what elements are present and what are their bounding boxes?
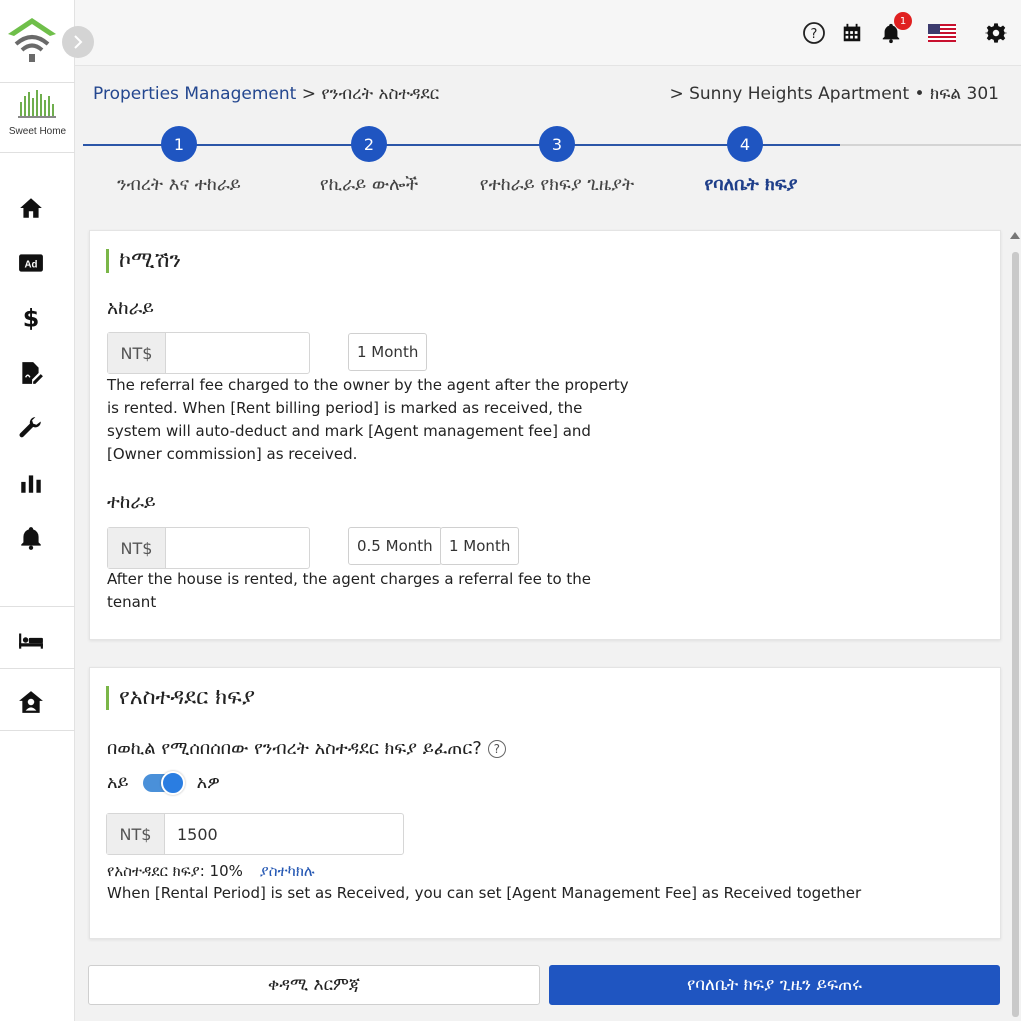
- previous-step-button[interactable]: ቀዳሚ እርምጃ: [88, 965, 540, 1005]
- bell-icon[interactable]: [17, 524, 45, 552]
- commission-card: ኮሚሽን አከራይ NT$ 1 Month The referral fee c…: [89, 230, 1001, 640]
- sidebar-divider: [0, 730, 75, 731]
- tenant-half-month-chip[interactable]: 0.5 Month: [348, 527, 442, 565]
- sidebar-divider: [0, 152, 75, 153]
- sidebar-divider: [0, 606, 75, 607]
- management-fee-card: የአስተዳደር ክፍያ በወኪል የሚሰበሰበው የንብረት አስተዳደር ክፍ…: [89, 667, 1001, 939]
- toggle-no-label: አይ: [107, 772, 129, 793]
- generate-owner-payment-button[interactable]: የባለቤት ክፍያ ጊዜን ይፍጠሩ: [549, 965, 1000, 1005]
- step-2-circle[interactable]: 2: [351, 126, 387, 162]
- breadcrumb-separator: >: [301, 84, 316, 104]
- management-fee-rate-line: የአስተዳደር ክፍያ: 10% ያስተካክሉ: [107, 862, 315, 880]
- question-help-icon[interactable]: ?: [487, 739, 506, 758]
- management-fee-note: When [Rental Period] is set as Received,…: [107, 884, 862, 902]
- us-flag-language-icon[interactable]: [928, 20, 956, 46]
- notification-bell-icon[interactable]: 1: [878, 12, 912, 46]
- desc-line: After the house is rented, the agent cha…: [107, 570, 592, 588]
- gear-icon[interactable]: [983, 20, 1009, 46]
- wrench-icon[interactable]: [17, 414, 45, 442]
- breadcrumb: Properties Management > የንብረት አስተዳደር: [93, 84, 439, 104]
- help-icon[interactable]: ?: [801, 20, 827, 46]
- sweet-home-logo: Sweet Home: [0, 88, 75, 144]
- tenant-label: ተከራይ: [107, 491, 156, 513]
- tenant-description: After the house is rented, the agent cha…: [107, 568, 591, 614]
- main-content: Properties Management > የንብረት አስተዳደር > S…: [75, 66, 1021, 1021]
- step-1-circle[interactable]: 1: [161, 126, 197, 162]
- home-icon[interactable]: [17, 194, 45, 222]
- management-fee-title: የአስተዳደር ክፍያ: [106, 686, 255, 710]
- ad-icon[interactable]: Ad: [17, 249, 45, 277]
- landlord-label: አከራይ: [107, 297, 154, 319]
- breadcrumb-properties-link[interactable]: Properties Management: [93, 84, 296, 104]
- calendar-icon[interactable]: [839, 20, 865, 46]
- wifi-home-logo-icon[interactable]: [6, 14, 58, 66]
- step-2-label[interactable]: የኪራይ ውሎች: [320, 174, 418, 195]
- toggle-yes-label: አዎ: [196, 772, 220, 793]
- svg-text:$: $: [23, 305, 40, 331]
- management-fee-question-text: በወኪል የሚሰበሰበው የንብረት አስተዳደር ክፍያ ይፈጠር?: [107, 738, 482, 759]
- adjust-fee-link[interactable]: ያስተካክሉ: [260, 862, 315, 880]
- house-user-icon[interactable]: [17, 688, 45, 716]
- stepper-remaining-line: [840, 144, 1021, 146]
- landlord-description: The referral fee charged to the owner by…: [107, 374, 629, 466]
- step-4-label-active[interactable]: የባለቤት ክፍያ: [705, 174, 798, 195]
- currency-prefix: NT$: [107, 814, 165, 854]
- app-logo-text: Sweet Home: [8, 126, 67, 137]
- chevron-right-icon: [74, 35, 83, 49]
- sidebar-expand-button[interactable]: [62, 26, 94, 58]
- landlord-commission-input-group: NT$: [107, 332, 310, 374]
- step-1-label[interactable]: ንብረት እና ተከራይ: [117, 174, 241, 195]
- bed-icon[interactable]: [17, 626, 45, 654]
- desc-line: system will auto-deduct and mark [Agent …: [107, 422, 591, 440]
- tenant-commission-input-group: NT$: [107, 527, 310, 569]
- step-3-label[interactable]: የተከራይ የክፍያ ጊዜያት: [480, 174, 634, 195]
- desc-line: tenant: [107, 593, 157, 611]
- svg-text:Ad: Ad: [25, 259, 38, 270]
- step-3-circle[interactable]: 3: [539, 126, 575, 162]
- desc-line: is rented. When [Rent billing period] is…: [107, 399, 583, 417]
- management-fee-question: በወኪል የሚሰበሰበው የንብረት አስተዳደር ክፍያ ይፈጠር? ?: [107, 738, 506, 759]
- sidebar: Sweet Home Ad $: [0, 0, 75, 1021]
- landlord-commission-input[interactable]: [166, 333, 309, 373]
- topbar: ? 1: [75, 0, 1021, 66]
- desc-line: [Owner commission] as received.: [107, 445, 358, 463]
- scrollbar-thumb[interactable]: [1012, 252, 1019, 1017]
- dollar-icon[interactable]: $: [17, 304, 45, 332]
- commission-title: ኮሚሽን: [106, 249, 181, 273]
- sidebar-divider: [0, 668, 75, 669]
- management-fee-rate: የአስተዳደር ክፍያ: 10%: [107, 862, 243, 880]
- svg-text:?: ?: [811, 27, 818, 42]
- toggle-knob: [160, 770, 185, 795]
- tenant-1-month-chip[interactable]: 1 Month: [440, 527, 520, 565]
- tenant-commission-input[interactable]: [166, 528, 309, 568]
- step-4-circle[interactable]: 4: [727, 126, 763, 162]
- bar-chart-icon[interactable]: [17, 469, 45, 497]
- landlord-1-month-chip[interactable]: 1 Month: [348, 333, 428, 371]
- sidebar-divider: [0, 82, 75, 83]
- scroll-up-arrow-icon[interactable]: [1010, 232, 1020, 239]
- desc-line: The referral fee charged to the owner by…: [107, 376, 629, 394]
- breadcrumb-current: የንብረት አስተዳደር: [321, 84, 440, 104]
- notification-badge: 1: [894, 12, 912, 30]
- currency-prefix: NT$: [108, 333, 166, 373]
- management-fee-input-group: NT$: [106, 813, 404, 855]
- currency-prefix: NT$: [108, 528, 166, 568]
- management-fee-toggle-row: አይ አዎ: [107, 770, 220, 795]
- contract-edit-icon[interactable]: [17, 359, 45, 387]
- building-logo-icon: [17, 90, 56, 118]
- management-fee-input[interactable]: [165, 814, 403, 854]
- management-fee-toggle[interactable]: [142, 770, 185, 795]
- property-unit-label: > Sunny Heights Apartment • ክፍል 301: [669, 84, 999, 104]
